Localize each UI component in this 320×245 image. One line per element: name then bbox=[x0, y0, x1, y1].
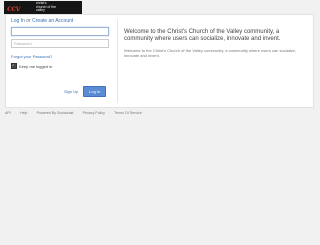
login-column: Log In or Create an Account Password For… bbox=[11, 18, 111, 69]
login-panel: Log In or Create an Account Password For… bbox=[5, 14, 314, 108]
logo-mark: ccv bbox=[7, 2, 20, 13]
welcome-title: Welcome to the Christ's Church of the Va… bbox=[124, 29, 281, 42]
footer-link-help[interactable]: Help bbox=[20, 111, 27, 115]
header: ccv christ's church of the valley bbox=[0, 0, 320, 14]
keep-logged-in-label: Keep me logged in bbox=[19, 63, 53, 69]
password-field[interactable]: Password bbox=[11, 39, 109, 48]
username-field[interactable] bbox=[11, 27, 109, 36]
login-button[interactable]: Log In bbox=[83, 86, 107, 97]
logo-text: christ's church of the valley bbox=[35, 1, 57, 13]
keep-logged-in-checkbox[interactable] bbox=[11, 63, 17, 69]
footer-separator: · bbox=[108, 111, 111, 115]
or-text: or bbox=[26, 18, 31, 24]
footer-separator: · bbox=[31, 111, 33, 115]
login-actions: Sign Up Log In bbox=[64, 86, 107, 97]
footer-link-powered-by[interactable]: Powered By Socialcast bbox=[37, 111, 74, 115]
forgot-password-link[interactable]: Forgot your Password? bbox=[11, 54, 111, 59]
footer-link-terms[interactable]: Terms Of Service bbox=[114, 111, 142, 115]
footer-separator: · bbox=[14, 111, 16, 115]
footer: API · Help · Powered By Socialcast · Pri… bbox=[5, 111, 315, 115]
create-account-link[interactable]: Create an Account bbox=[32, 18, 73, 24]
footer-separator: · bbox=[77, 111, 79, 115]
welcome-body: Welcome to the Christ's Church of the Va… bbox=[124, 48, 296, 58]
footer-link-privacy[interactable]: Privacy Policy bbox=[83, 111, 105, 115]
logo[interactable]: ccv christ's church of the valley bbox=[4, 1, 82, 14]
login-heading: Log In or Create an Account bbox=[11, 18, 111, 24]
login-link[interactable]: Log In bbox=[11, 18, 25, 24]
welcome-column: Welcome to the Christ's Church of the Va… bbox=[124, 29, 304, 58]
footer-link-api[interactable]: API bbox=[5, 111, 11, 115]
signup-link[interactable]: Sign Up bbox=[64, 89, 78, 94]
keep-logged-in-row: Keep me logged in bbox=[11, 63, 111, 69]
divider bbox=[117, 19, 118, 103]
